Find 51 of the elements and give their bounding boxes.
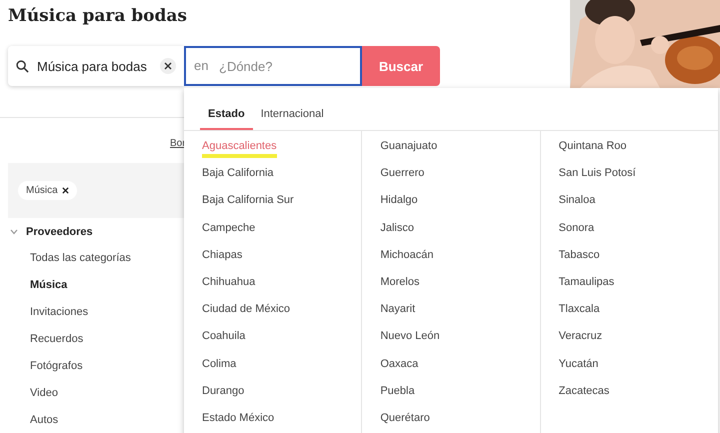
state-option[interactable]: Chihuahua bbox=[202, 270, 256, 293]
category-link[interactable]: Música bbox=[10, 272, 131, 299]
page-title: Música para bodas bbox=[8, 6, 187, 26]
category-link[interactable]: Todas las categorías bbox=[10, 245, 131, 272]
state-option[interactable]: Nayarit bbox=[380, 298, 416, 320]
state-option[interactable]: Baja California Sur bbox=[202, 189, 294, 212]
clear-button[interactable] bbox=[160, 58, 176, 74]
state-option[interactable]: Tamaulipas bbox=[558, 270, 614, 293]
category-link[interactable]: Fotógrafos bbox=[10, 353, 131, 380]
state-option[interactable]: Tabasco bbox=[558, 244, 600, 266]
state-option[interactable]: Sonora bbox=[558, 216, 594, 239]
state-option[interactable]: Zacatecas bbox=[558, 380, 610, 402]
state-option[interactable]: Guanajuato bbox=[380, 135, 438, 157]
state-option[interactable]: Coahuila bbox=[202, 325, 246, 348]
category-link[interactable]: Invitaciones bbox=[10, 299, 131, 326]
state-option[interactable]: San Luis Potosí bbox=[558, 162, 636, 184]
state-option[interactable]: Yucatán bbox=[558, 352, 598, 374]
clear-link[interactable]: Bor bbox=[170, 138, 186, 149]
field-prefix: en bbox=[194, 58, 208, 73]
state-option[interactable]: Tlaxcala bbox=[558, 298, 600, 320]
close-icon bbox=[164, 62, 172, 70]
state-option[interactable]: Sinaloa bbox=[558, 189, 596, 212]
state-option[interactable]: Ciudad de México bbox=[202, 298, 290, 320]
state-option[interactable]: Puebla bbox=[380, 380, 415, 402]
state-option[interactable]: Nuevo León bbox=[380, 325, 440, 348]
search-field[interactable]: Música para bodas bbox=[8, 46, 184, 86]
category-link[interactable]: Recuerdos bbox=[10, 326, 131, 353]
state-option[interactable]: Morelos bbox=[380, 270, 420, 293]
chevron-icon[interactable] bbox=[10, 229, 18, 235]
category-link[interactable]: Video bbox=[10, 380, 131, 407]
tab[interactable]: Estado bbox=[200, 108, 253, 130]
state-option[interactable]: Veracruz bbox=[558, 325, 602, 348]
state-option[interactable]: Colima bbox=[202, 352, 236, 374]
category-link[interactable]: Autos bbox=[10, 407, 131, 433]
state-option[interactable]: Querétaro bbox=[380, 406, 430, 429]
state-option[interactable]: Campeche bbox=[202, 216, 256, 239]
filter-chip[interactable]: Música bbox=[18, 181, 77, 200]
state-option[interactable]: Chiapas bbox=[202, 244, 242, 266]
state-option[interactable]: Baja California bbox=[202, 162, 274, 184]
state-option[interactable]: Jalisco bbox=[380, 216, 414, 239]
close-icon[interactable] bbox=[62, 187, 69, 194]
state-option[interactable]: Michoacán bbox=[380, 244, 434, 266]
search-icon bbox=[16, 60, 29, 72]
state-option[interactable]: Guerrero bbox=[380, 162, 424, 184]
state-option[interactable]: Quintana Roo bbox=[558, 135, 627, 157]
tab[interactable]: Internacional bbox=[252, 108, 332, 130]
state-option[interactable]: Estado México bbox=[202, 406, 274, 429]
state-option[interactable]: Durango bbox=[202, 380, 244, 402]
state-option[interactable]: Hidalgo bbox=[380, 189, 418, 212]
state-option[interactable]: Oaxaca bbox=[380, 352, 418, 374]
section-heading[interactable]: Proveedores bbox=[26, 223, 93, 241]
